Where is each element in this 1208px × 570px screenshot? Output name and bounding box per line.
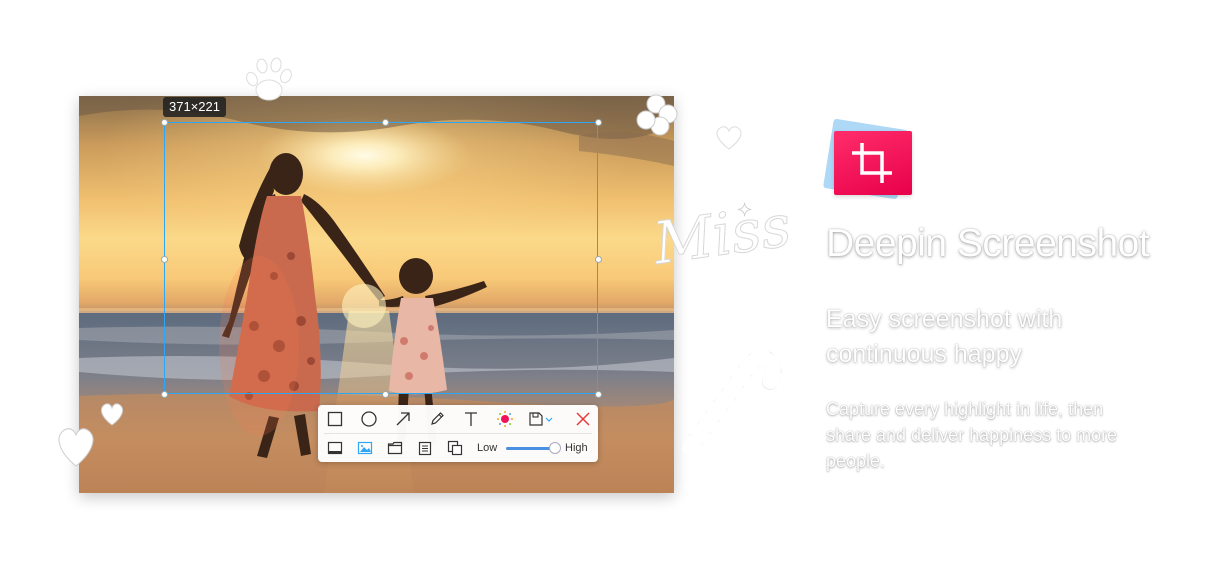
candy-cane-doodle — [682, 349, 782, 456]
resize-handle-right[interactable] — [595, 256, 602, 263]
resize-handle-top-right[interactable] — [595, 119, 602, 126]
save-to-pictures-button[interactable] — [356, 439, 374, 457]
annotation-toolbar: Low High — [318, 405, 598, 462]
save-icon — [529, 412, 553, 426]
save-and-copy-button[interactable] — [446, 439, 464, 457]
miss-word-doodle: Miss ✦ — [652, 191, 795, 272]
resize-handle-left[interactable] — [161, 256, 168, 263]
rectangle-tool-button[interactable] — [326, 410, 344, 428]
rectangle-icon — [327, 411, 343, 427]
product-tagline: Easy screenshot with continuous happy — [826, 305, 1063, 368]
quality-slider-thumb[interactable] — [549, 442, 561, 454]
arrow-icon — [396, 412, 410, 426]
product-title: Deepin Screenshot — [826, 222, 1150, 265]
text-icon — [465, 412, 477, 426]
picture-icon — [357, 441, 373, 455]
selection-size-label: 371×221 — [163, 97, 226, 117]
folder-icon — [387, 441, 403, 455]
resize-handle-top[interactable] — [382, 119, 389, 126]
svg-text:Miss: Miss — [652, 191, 795, 272]
app-logo — [834, 131, 912, 195]
resize-handle-bottom[interactable] — [382, 391, 389, 398]
resize-handle-top-left[interactable] — [161, 119, 168, 126]
resize-handle-bottom-right[interactable] — [595, 391, 602, 398]
toolbar-row-save-options: Low High — [318, 434, 598, 462]
quality-low-label: Low — [477, 442, 498, 454]
flower-doodle — [636, 94, 678, 136]
clipboard-icon — [418, 441, 432, 456]
pencil-icon — [431, 412, 444, 425]
pencil-tool-button[interactable] — [428, 410, 446, 428]
save-to-desktop-button[interactable] — [326, 439, 344, 457]
heart-doodle-large — [58, 428, 94, 467]
resize-handle-bottom-left[interactable] — [161, 391, 168, 398]
toolbar-row-drawing-tools — [318, 405, 598, 433]
arrow-tool-button[interactable] — [394, 410, 412, 428]
capture-selection-frame[interactable] — [164, 122, 598, 394]
desktop-icon — [327, 441, 343, 455]
paw-doodle — [246, 57, 292, 101]
copy-icon — [447, 440, 463, 456]
quality-high-label: High — [565, 442, 588, 454]
save-to-folder-button[interactable] — [386, 439, 404, 457]
text-tool-button[interactable] — [462, 410, 480, 428]
color-dot-icon — [497, 411, 513, 427]
crop-icon — [852, 143, 892, 183]
color-picker-button[interactable] — [496, 410, 514, 428]
save-button[interactable] — [528, 410, 558, 428]
small-heart-doodle — [716, 126, 742, 150]
close-icon — [576, 412, 590, 426]
close-button[interactable] — [574, 410, 592, 428]
copy-to-clipboard-button[interactable] — [416, 439, 434, 457]
ellipse-tool-button[interactable] — [360, 410, 378, 428]
svg-text:✦: ✦ — [737, 200, 752, 220]
heart-doodle-small — [100, 403, 124, 426]
ellipse-icon — [361, 411, 377, 427]
product-description: Capture every highlight in life, then sh… — [826, 399, 1118, 471]
